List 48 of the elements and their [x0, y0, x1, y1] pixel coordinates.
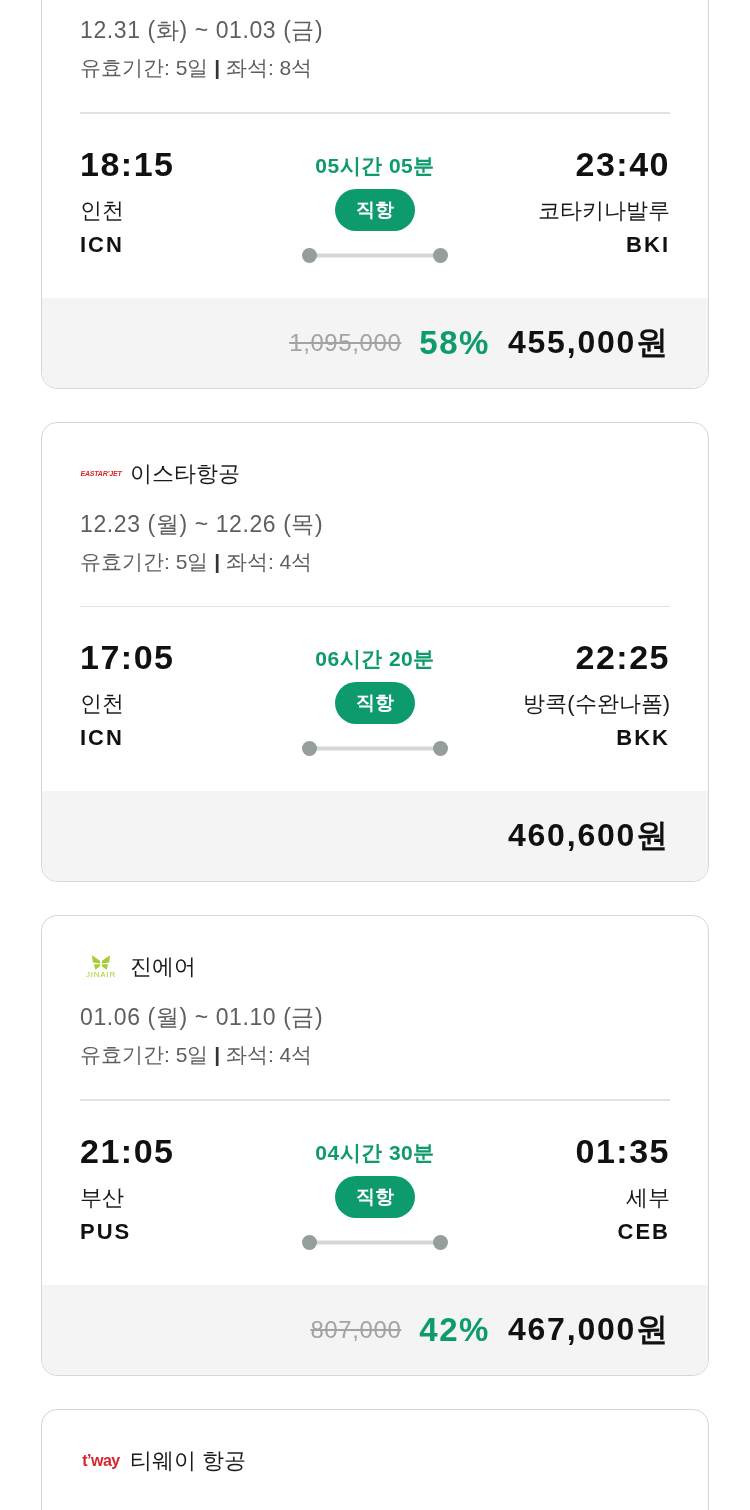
- airline-name: 티웨이 항공: [130, 1446, 247, 1475]
- departure-time: 18:15: [80, 145, 175, 182]
- travel-dates: 01.06 (월) ~ 01.10 (금): [80, 1003, 325, 1032]
- flight-duration: 05시간 05분: [315, 152, 435, 179]
- airline-name: 이스타항공: [130, 459, 240, 488]
- arrival-city: 코타키나발루: [538, 196, 670, 225]
- arrival-city: 세부: [626, 1183, 670, 1212]
- departure-airport-code: PUS: [80, 1217, 132, 1246]
- discount-rate: 58%: [419, 323, 490, 362]
- direct-flight-badge: 직항: [335, 682, 415, 724]
- original-price: 807,000: [310, 1315, 402, 1344]
- discount-rate: 42%: [419, 1310, 490, 1349]
- flight-card[interactable]: t’way 티웨이 항공: [41, 1408, 709, 1510]
- route-line-icon: [302, 741, 448, 756]
- arrival-city: 방콕(수완나폼): [523, 690, 670, 718]
- arrival-airport-code: CEB: [617, 1217, 670, 1246]
- arrival-airport-code: BKK: [616, 724, 670, 752]
- route-line-icon: [302, 1234, 448, 1250]
- airline-logo-text: JINAIR: [85, 970, 117, 979]
- route-line-icon: [302, 247, 448, 263]
- validity-seats-text: 유효기간: 5일 | 좌석: 4석: [80, 1042, 314, 1068]
- departure-city: 인천: [80, 196, 124, 225]
- sale-price: 455,000원: [507, 322, 670, 362]
- sale-price: 467,000원: [507, 1309, 670, 1349]
- sale-price: 460,600원: [507, 816, 670, 855]
- travel-dates: 12.23 (월) ~ 12.26 (목): [80, 509, 325, 539]
- departure-time: 21:05: [80, 1132, 175, 1169]
- arrival-time: 01:35: [575, 1132, 670, 1169]
- validity-seats-text: 유효기간: 5일 | 좌석: 4석: [80, 548, 314, 575]
- flight-duration: 06시간 20분: [315, 646, 435, 672]
- airline-logo: t’way: [82, 1451, 120, 1470]
- arrival-time: 22:25: [575, 639, 670, 675]
- flight-duration: 04시간 30분: [315, 1139, 435, 1166]
- flight-card[interactable]: 12.31 (화) ~ 01.03 (금) 유효기간: 5일 | 좌석: 8석 18:15 인천 ICN 05시간 05분 직항 23:40 코타키나발루 BKI 1,095,000 58% 455,000원: [41, 0, 709, 389]
- validity-seats-text: 유효기간: 5일 | 좌석: 8석: [80, 55, 314, 81]
- arrival-airport-code: BKI: [626, 230, 670, 259]
- departure-time: 17:05: [80, 639, 175, 675]
- original-price: 1,095,000: [289, 328, 402, 357]
- travel-dates: 12.31 (화) ~ 01.03 (금): [80, 16, 325, 45]
- direct-flight-badge: 직항: [335, 1175, 415, 1218]
- departure-airport-code: ICN: [80, 230, 124, 259]
- departure-city: 부산: [80, 1183, 124, 1212]
- departure-city: 인천: [80, 690, 124, 718]
- airline-name: 진에어: [130, 953, 196, 981]
- flight-card[interactable]: JINAIR 진에어 01.06 (월) ~ 01.10 (금) 유효기간: 5일 | 좌석: 4석 21:05 부산 PUS 04시간 30분 직항 01:35 세부 CEB 807,000 42% 467,000원: [41, 915, 709, 1376]
- arrival-time: 23:40: [575, 145, 670, 182]
- departure-airport-code: ICN: [80, 724, 124, 752]
- direct-flight-badge: 직항: [335, 188, 415, 231]
